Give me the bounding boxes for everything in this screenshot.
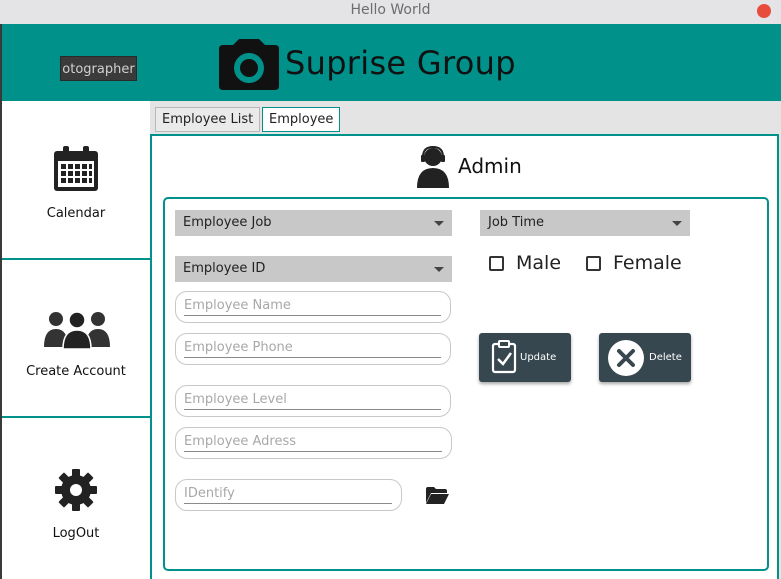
employee-job-value: Employee Job — [183, 215, 272, 230]
folder-icon[interactable] — [425, 486, 449, 505]
checkbox-box[interactable] — [586, 255, 601, 271]
employee-address-field[interactable] — [175, 427, 452, 459]
admin-user-icon — [417, 146, 449, 188]
employee-name-field[interactable] — [175, 291, 451, 323]
employee-job-select[interactable]: Employee Job — [175, 210, 452, 236]
group-icon — [44, 311, 110, 349]
clipboard-check-icon — [491, 340, 517, 374]
male-label: Male — [516, 252, 562, 274]
chevron-down-icon — [434, 267, 444, 272]
close-window-button[interactable] — [757, 4, 771, 18]
sidebar-item-calendar[interactable]: Calendar — [2, 101, 150, 258]
window-title: Hello World — [350, 2, 431, 18]
sidebar-item-create-account[interactable]: Create Account — [2, 260, 150, 416]
tab-employee-list[interactable]: Employee List — [155, 107, 261, 132]
female-label: Female — [613, 252, 682, 274]
camera-icon — [219, 39, 279, 90]
brand-name: Suprise Group — [285, 44, 516, 82]
employee-id-value: Employee ID — [183, 261, 266, 276]
employee-level-field[interactable] — [175, 385, 451, 417]
sidebar-item-logout[interactable]: LogOut — [2, 418, 150, 579]
field-underline — [184, 409, 441, 410]
checkbox-box[interactable] — [489, 255, 504, 271]
employee-panel: Admin Employee Job Job Time Employee ID … — [150, 134, 779, 579]
employee-phone-field[interactable] — [175, 333, 451, 365]
female-checkbox[interactable]: Female — [586, 252, 682, 274]
employee-address-input[interactable] — [184, 431, 439, 451]
field-underline — [184, 357, 441, 358]
close-icon — [608, 340, 644, 376]
sidebar-item-label: Create Account — [26, 364, 126, 379]
employee-level-input[interactable] — [184, 389, 438, 409]
photographer-button[interactable]: otographer — [60, 56, 137, 81]
employee-id-select[interactable]: Employee ID — [175, 256, 452, 282]
app-header: otographer Suprise Group — [2, 24, 781, 101]
identify-field[interactable] — [175, 479, 402, 511]
chevron-down-icon — [434, 221, 444, 226]
job-time-value: Job Time — [488, 215, 544, 230]
employee-name-input[interactable] — [184, 295, 438, 315]
field-underline — [184, 451, 442, 452]
title-bar: Hello World — [0, 0, 781, 24]
identify-input[interactable] — [184, 483, 389, 503]
job-time-select[interactable]: Job Time — [480, 210, 690, 236]
chevron-down-icon — [672, 221, 682, 226]
update-label: Update — [520, 352, 557, 363]
calendar-icon — [54, 146, 98, 191]
tab-employee[interactable]: Employee — [262, 107, 341, 132]
delete-button[interactable]: Delete — [599, 333, 691, 382]
field-underline — [184, 315, 441, 316]
panel-heading: Admin — [458, 154, 522, 178]
employee-form: Employee Job Job Time Employee ID Male F… — [163, 197, 769, 571]
sidebar-item-label: Calendar — [46, 206, 106, 221]
sidebar: Calendar Create Account LogOut — [2, 101, 150, 579]
gear-icon — [55, 469, 97, 511]
male-checkbox[interactable]: Male — [489, 252, 561, 274]
field-underline — [184, 503, 392, 504]
main-content: Employee List Employee Admin Employee Jo… — [150, 101, 781, 579]
delete-label: Delete — [649, 352, 682, 363]
update-button[interactable]: Update — [479, 333, 571, 382]
sidebar-item-label: LogOut — [52, 526, 100, 541]
employee-phone-input[interactable] — [184, 337, 438, 357]
